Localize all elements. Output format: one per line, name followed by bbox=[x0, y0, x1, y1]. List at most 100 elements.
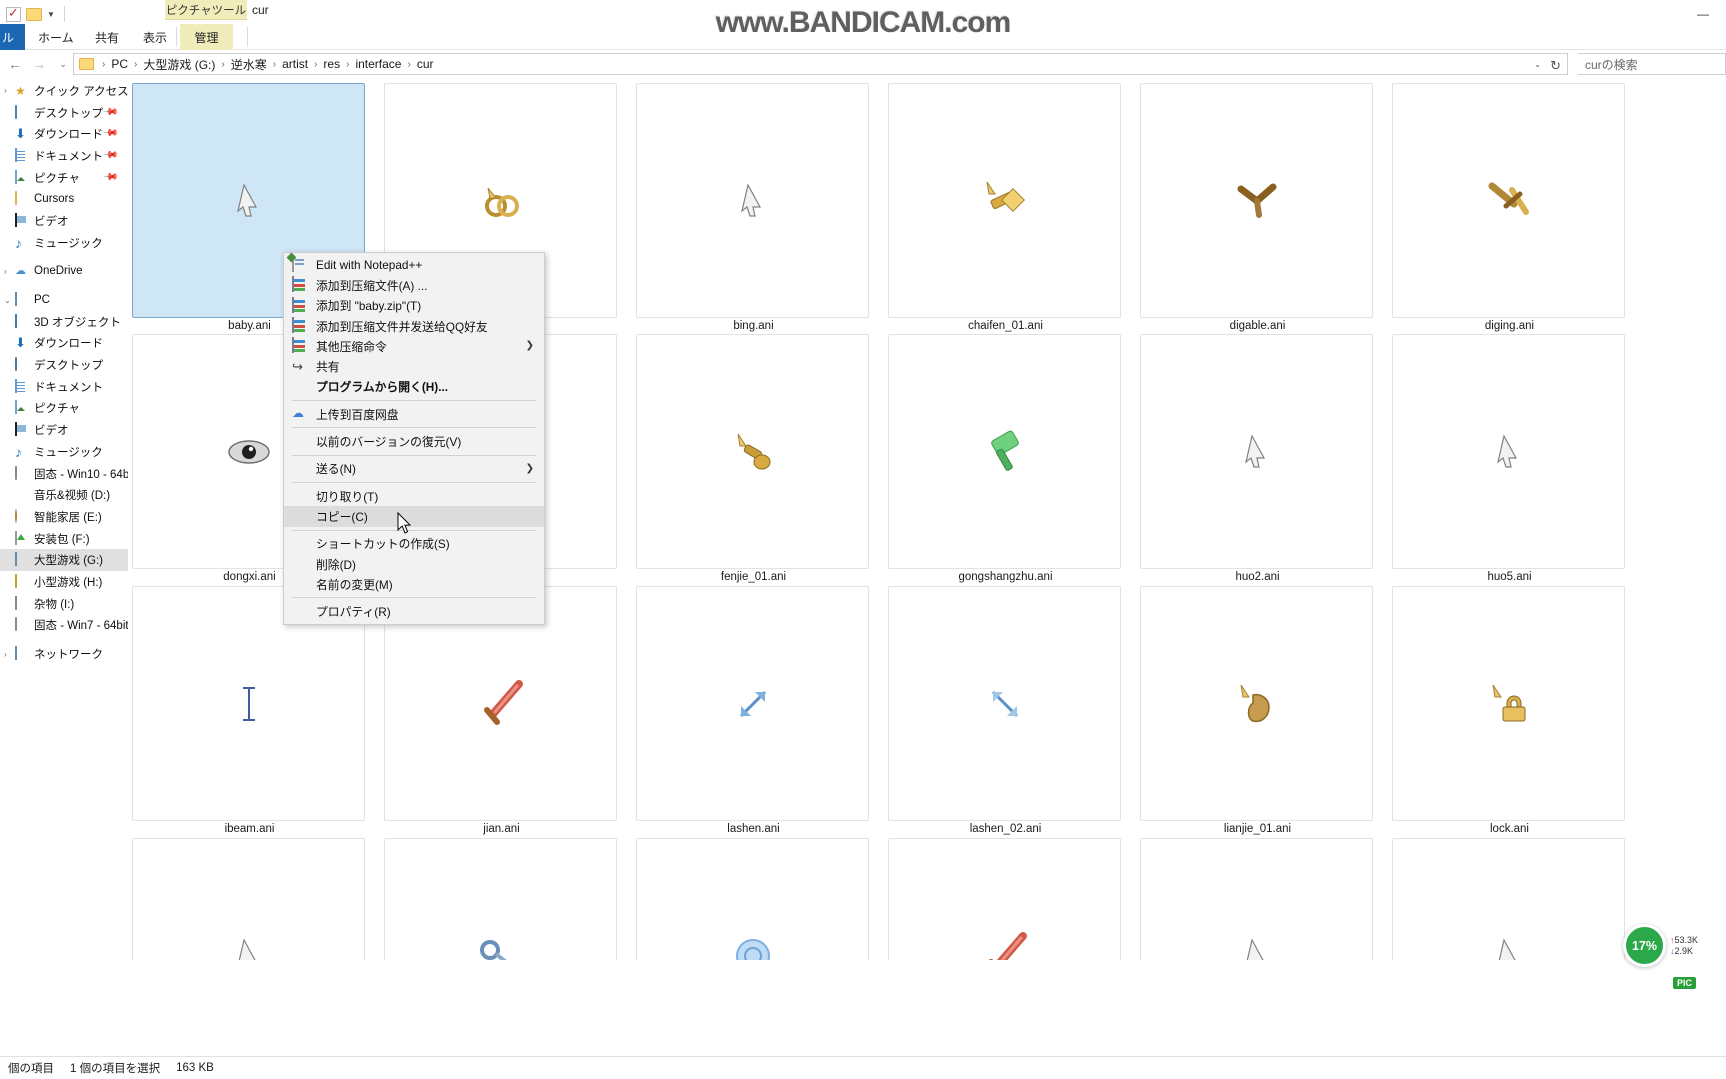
tab-view[interactable]: 表示 bbox=[133, 24, 177, 50]
sidebar-item-3d-objects[interactable]: 3D オブジェクト bbox=[0, 311, 128, 333]
sidebar-item-videos-pc[interactable]: ビデオ bbox=[0, 419, 128, 441]
sidebar-item-onedrive[interactable]: › ☁ OneDrive bbox=[0, 261, 128, 283]
context-menu-item-create-shortcut[interactable]: ショートカットの作成(S) bbox=[284, 534, 544, 554]
folder-icon[interactable] bbox=[26, 7, 42, 21]
pin-icon[interactable]: 📌 bbox=[101, 169, 118, 186]
pin-icon[interactable]: 📌 bbox=[101, 104, 118, 121]
chevron-down-icon[interactable]: ⌄ bbox=[4, 296, 15, 305]
context-menu-item-rename[interactable]: 名前の変更(M) bbox=[284, 574, 544, 594]
breadcrumb[interactable]: › PC › 大型游戏 (G:) › 逆水寒 › artist › res › … bbox=[73, 53, 1568, 75]
breadcrumb-item-res[interactable]: res bbox=[321, 57, 342, 71]
context-menu-item-restore-previous-versions[interactable]: 以前のバージョンの復元(V) bbox=[284, 431, 544, 451]
navigation-pane[interactable]: › ★ クイック アクセス デスクトップ 📌 ⬇ ダウンロード 📌 ドキュメント… bbox=[0, 80, 128, 960]
context-menu-item-edit-notepadpp[interactable]: Edit with Notepad++ bbox=[284, 255, 544, 275]
file-tile[interactable]: bing.ani bbox=[636, 83, 869, 332]
file-tile[interactable]: fenjie_01.ani bbox=[636, 334, 869, 583]
sidebar-item-quick-access[interactable]: › ★ クイック アクセス bbox=[0, 80, 128, 102]
file-tile[interactable]: diging.ani bbox=[1392, 83, 1625, 332]
breadcrumb-item-drive[interactable]: 大型游戏 (G:) bbox=[141, 56, 217, 73]
sidebar-item-drive-g[interactable]: 大型游戏 (G:) bbox=[0, 549, 128, 572]
context-menu-item-label: 削除(D) bbox=[316, 557, 356, 572]
sidebar-item-label: 安装包 (F:) bbox=[34, 533, 90, 546]
refresh-icon[interactable]: ↻ bbox=[1550, 58, 1561, 74]
chevron-right-icon[interactable]: › bbox=[4, 267, 15, 276]
file-name-label: chaifen_01.ani bbox=[968, 320, 1043, 332]
recent-locations-button[interactable]: ⌄ bbox=[52, 53, 74, 75]
context-menu-item-archive-send-qq[interactable]: 添加到压缩文件并发送给QQ好友 bbox=[284, 316, 544, 336]
file-tile[interactable] bbox=[1140, 838, 1373, 960]
document-icon bbox=[15, 147, 17, 162]
context-menu-separator bbox=[292, 481, 536, 483]
chevron-right-icon[interactable]: › bbox=[4, 86, 15, 95]
pin-icon[interactable]: 📌 bbox=[101, 126, 118, 143]
context-menu-item-open-with[interactable]: プログラムから開く(H)... bbox=[284, 377, 544, 397]
breadcrumb-item-interface[interactable]: interface bbox=[353, 57, 403, 71]
file-tile[interactable]: lashen.ani bbox=[636, 586, 869, 835]
sidebar-item-pc[interactable]: ⌄ PC bbox=[0, 289, 128, 311]
breadcrumb-item-pc[interactable]: PC bbox=[109, 57, 130, 71]
file-tile[interactable]: huo5.ani bbox=[1392, 334, 1625, 583]
context-menu-item-send-to[interactable]: 送る(N) ❯ bbox=[284, 459, 544, 479]
context-menu-item-delete[interactable]: 削除(D) bbox=[284, 554, 544, 574]
file-tile[interactable]: lianjie_01.ani bbox=[1140, 586, 1373, 835]
file-tile[interactable]: lock.ani bbox=[1392, 586, 1625, 835]
chevron-down-icon[interactable]: ▼ bbox=[47, 10, 55, 19]
file-name-label: jian.ani bbox=[483, 823, 520, 835]
search-input[interactable]: curの検索 bbox=[1578, 53, 1726, 75]
file-tile[interactable]: digable.ani bbox=[1140, 83, 1373, 332]
sidebar-item-downloads[interactable]: ⬇ ダウンロード 📌 bbox=[0, 123, 128, 145]
sidebar-item-music[interactable]: ♪ ミュージック bbox=[0, 232, 128, 254]
sidebar-item-drive-h[interactable]: 小型游戏 (H:) bbox=[0, 571, 128, 593]
sidebar-item-desktop[interactable]: デスクトップ 📌 bbox=[0, 102, 128, 124]
context-menu-item-cut[interactable]: 切り取り(T) bbox=[284, 486, 544, 506]
sidebar-item-desktop-pc[interactable]: デスクトップ bbox=[0, 354, 128, 376]
breadcrumb-item-artist[interactable]: artist bbox=[280, 57, 310, 71]
file-tile[interactable] bbox=[888, 838, 1121, 960]
sidebar-item-cursors[interactable]: Cursors bbox=[0, 188, 128, 210]
sidebar-item-ssd-win10[interactable]: 固态 - Win10 - 64bi bbox=[0, 463, 128, 485]
tab-file[interactable]: ル bbox=[0, 24, 25, 50]
breadcrumb-item-cur[interactable]: cur bbox=[415, 57, 436, 71]
back-button[interactable]: ← bbox=[4, 53, 26, 75]
sidebar-item-pictures[interactable]: ピクチャ 📌 bbox=[0, 167, 128, 189]
context-menu-item-other-archive-commands[interactable]: 其他压缩命令 ❯ bbox=[284, 336, 544, 356]
pin-icon[interactable]: 📌 bbox=[101, 147, 118, 164]
file-tile[interactable]: gongshangzhu.ani bbox=[888, 334, 1121, 583]
context-menu[interactable]: Edit with Notepad++ 添加到压缩文件(A) ... 添加到 "… bbox=[283, 252, 545, 625]
file-tile[interactable] bbox=[636, 838, 869, 960]
forward-button[interactable]: → bbox=[28, 53, 50, 75]
network-speed-widget[interactable]: 17% ↑53.3K ↓2.9K bbox=[1622, 924, 1698, 967]
file-tile[interactable]: lashen_02.ani bbox=[888, 586, 1121, 835]
file-tile[interactable]: chaifen_01.ani bbox=[888, 83, 1121, 332]
sidebar-item-documents-pc[interactable]: ドキュメント bbox=[0, 376, 128, 398]
tab-share[interactable]: 共有 bbox=[85, 24, 129, 50]
pic-badge: PIC bbox=[1672, 977, 1696, 989]
tab-manage[interactable]: 管理 bbox=[180, 24, 233, 50]
context-menu-item-properties[interactable]: プロパティ(R) bbox=[284, 601, 544, 621]
file-tile[interactable] bbox=[132, 838, 365, 960]
sidebar-item-pictures-pc[interactable]: ピクチャ bbox=[0, 398, 128, 420]
context-menu-item-copy[interactable]: コピー(C) bbox=[284, 506, 544, 527]
sidebar-item-music-pc[interactable]: ♪ ミュージック bbox=[0, 441, 128, 463]
context-menu-item-add-to-archive[interactable]: 添加到压缩文件(A) ... bbox=[284, 275, 544, 295]
checkbox-icon[interactable] bbox=[6, 5, 21, 22]
sidebar-item-drive-e[interactable]: 智能家居 (E:) bbox=[0, 506, 128, 528]
chevron-down-icon[interactable]: ⌄ bbox=[1534, 60, 1541, 69]
sidebar-item-drive-d[interactable]: 音乐&视频 (D:) bbox=[0, 484, 128, 506]
sidebar-item-drive-f[interactable]: 安装包 (F:) bbox=[0, 528, 128, 550]
file-tile[interactable]: huo2.ani bbox=[1140, 334, 1373, 583]
context-menu-item-share[interactable]: ↪ 共有 bbox=[284, 356, 544, 376]
file-tile[interactable] bbox=[1392, 838, 1625, 960]
chevron-right-icon[interactable]: › bbox=[4, 650, 15, 659]
sidebar-item-drive-i[interactable]: 杂物 (I:) bbox=[0, 593, 128, 615]
sidebar-item-network[interactable]: › ネットワーク bbox=[0, 643, 128, 665]
sidebar-item-videos[interactable]: ビデオ bbox=[0, 210, 128, 232]
file-tile[interactable] bbox=[384, 838, 617, 960]
breadcrumb-item-game[interactable]: 逆水寒 bbox=[229, 56, 269, 73]
sidebar-item-ssd-win7[interactable]: 固态 - Win7 - 64bit bbox=[0, 615, 128, 637]
context-menu-item-upload-baidu[interactable]: ☁ 上传到百度网盘 bbox=[284, 404, 544, 424]
tab-home[interactable]: ホーム bbox=[28, 24, 84, 50]
context-menu-item-add-to-zip[interactable]: 添加到 "baby.zip"(T) bbox=[284, 296, 544, 316]
sidebar-item-downloads-pc[interactable]: ⬇ ダウンロード bbox=[0, 333, 128, 355]
sidebar-item-documents[interactable]: ドキュメント 📌 bbox=[0, 145, 128, 167]
